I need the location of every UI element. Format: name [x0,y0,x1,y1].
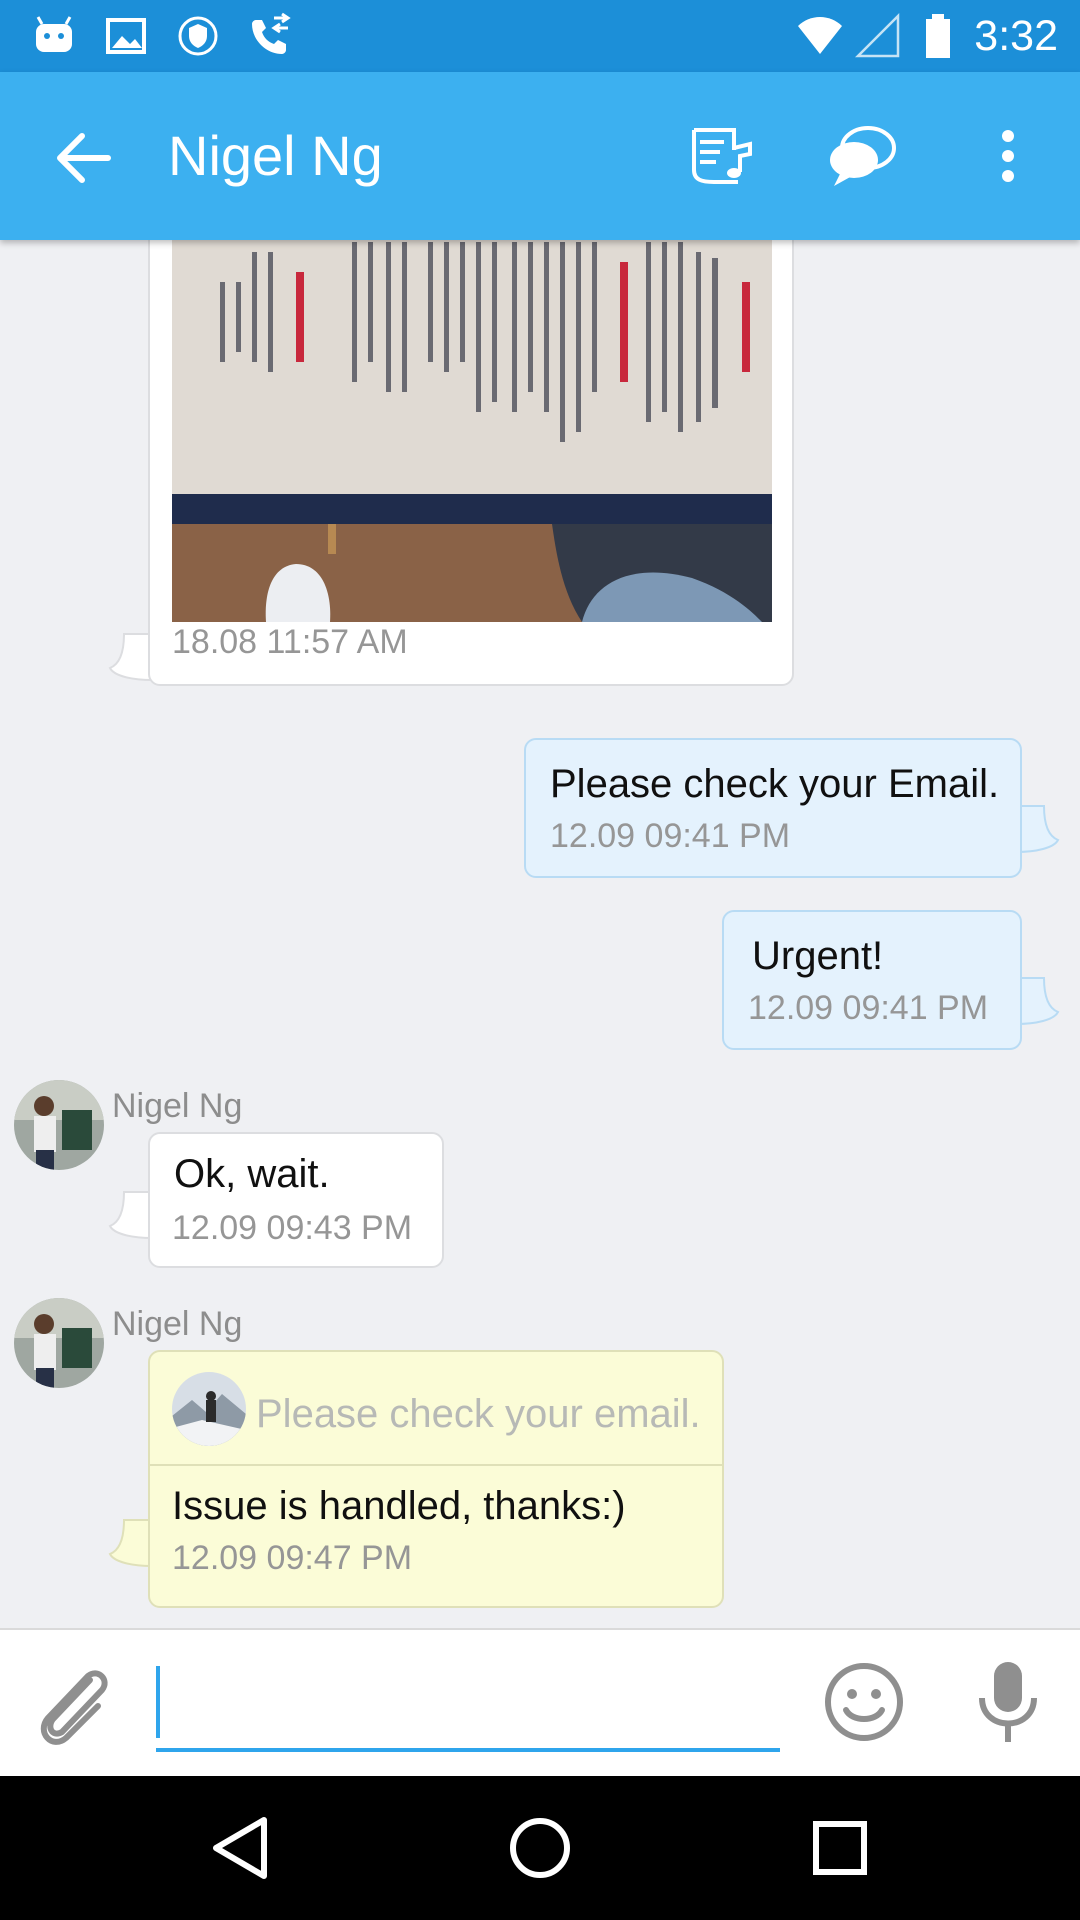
app-bar: Nigel Ng [0,72,1080,240]
wifi-icon [798,17,842,54]
conversation-title: Nigel Ng [168,124,383,187]
outgoing-message-bubble[interactable]: Please check your Email. 12.09 09:41 PM [524,738,1022,878]
incoming-message-bubble[interactable]: Ok, wait. 12.09 09:43 PM [148,1132,444,1268]
message-timestamp: 18.08 11:57 AM [172,623,408,661]
menu-photo[interactable] [172,240,772,622]
message-timestamp: 12.09 09:41 PM [748,989,989,1027]
compose-bar [0,1628,1080,1776]
chat-bubbles-icon[interactable] [826,120,898,192]
input-underline [156,1748,780,1752]
message-text: Urgent! [752,934,884,978]
quote-divider [150,1464,722,1466]
nav-recents-icon[interactable] [804,1812,876,1884]
message-timestamp: 12.09 09:47 PM [172,1539,413,1577]
overflow-menu-icon[interactable] [972,120,1044,192]
quoted-reply-bubble[interactable]: Please check your email. Issue is handle… [148,1350,724,1608]
gallery-icon [106,18,146,54]
message-text: Ok, wait. [174,1152,330,1196]
outgoing-message-bubble[interactable]: Urgent! 12.09 09:41 PM [722,910,1022,1050]
nav-back-icon[interactable] [204,1812,276,1884]
vpn-shield-icon [178,16,218,56]
quoted-text: Please check your email. [256,1392,701,1436]
system-nav-bar [0,1776,1080,1920]
message-timestamp: 12.09 09:41 PM [550,817,791,855]
status-time: 3:32 [974,12,1058,60]
avatar[interactable] [14,1298,104,1388]
message-input[interactable] [156,1654,784,1736]
message-list[interactable]: 18.08 11:57 AM Please check your Email. … [0,240,1080,1628]
android-icon [36,16,72,52]
sender-name: Nigel Ng [112,1087,243,1125]
microphone-icon[interactable] [972,1658,1044,1748]
phone-transfer-icon [252,12,291,54]
image-message-bubble[interactable]: 18.08 11:57 AM [148,240,794,686]
sender-name: Nigel Ng [112,1305,243,1343]
music-note-icon[interactable] [684,120,756,192]
status-bar: 3:32 [0,0,1080,72]
battery-icon [926,14,950,58]
quoted-avatar [172,1372,246,1446]
back-arrow-icon[interactable] [52,126,116,190]
nav-home-icon[interactable] [504,1812,576,1884]
message-text: Issue is handled, thanks:) [172,1484,626,1528]
emoji-icon[interactable] [822,1660,906,1744]
avatar[interactable] [14,1080,104,1170]
message-timestamp: 12.09 09:43 PM [172,1209,413,1247]
message-text: Please check your Email. [550,762,1000,806]
paperclip-icon[interactable] [28,1660,118,1750]
signal-icon [854,12,900,58]
